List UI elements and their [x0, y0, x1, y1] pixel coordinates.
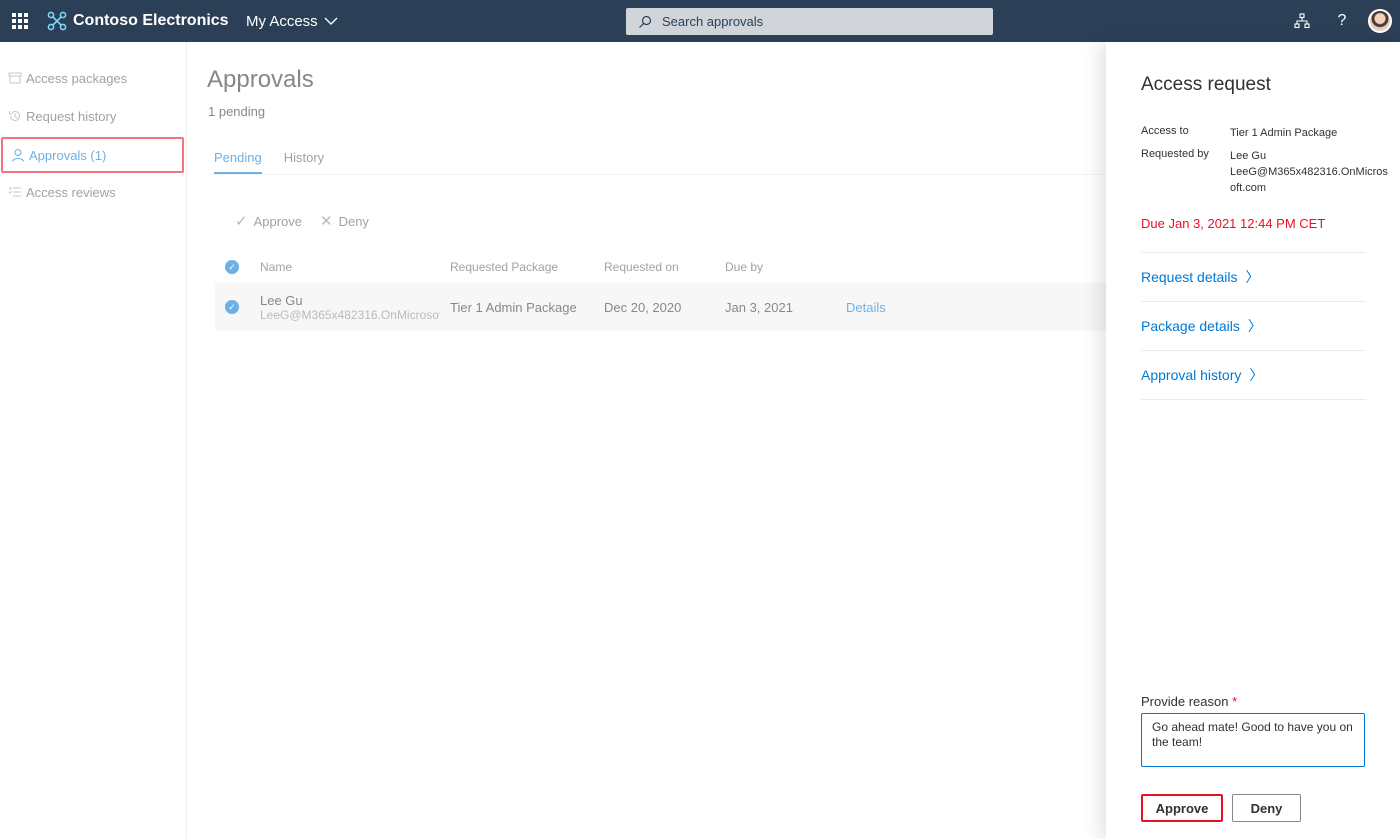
request-details-label: Request details	[1141, 269, 1238, 285]
reason-textarea[interactable]: Go ahead mate! Good to have you on the t…	[1141, 713, 1365, 767]
requested-by-value: Lee Gu LeeG@M365x482316.OnMicros oft.com	[1230, 148, 1388, 196]
top-bar: Contoso Electronics My Access ?	[0, 0, 1400, 42]
waffle-icon[interactable]	[12, 13, 28, 29]
approve-button[interactable]: Approve	[1141, 794, 1223, 822]
app-switcher[interactable]: My Access	[246, 13, 338, 30]
requested-by-email-line-1: LeeG@M365x482316.OnMicros	[1230, 166, 1388, 178]
requested-by-name: Lee Gu	[1230, 150, 1267, 162]
request-details-expander[interactable]: Request details 〉	[1141, 252, 1366, 301]
chevron-down-icon	[324, 17, 338, 25]
required-marker: *	[1232, 694, 1238, 709]
access-to-value: Tier 1 Admin Package	[1230, 127, 1338, 139]
package-details-label: Package details	[1141, 318, 1240, 334]
brand[interactable]: Contoso Electronics	[47, 11, 229, 31]
approval-history-expander[interactable]: Approval history 〉	[1141, 350, 1366, 399]
reason-label: Provide reason *	[1141, 694, 1237, 709]
access-to-label: Access to	[1141, 125, 1189, 137]
help-icon[interactable]: ?	[1322, 0, 1362, 42]
chevron-right-icon: 〉	[1247, 318, 1262, 334]
package-details-expander[interactable]: Package details 〉	[1141, 301, 1366, 350]
contoso-logo-icon	[47, 11, 67, 31]
app-name: My Access	[246, 13, 318, 30]
search-icon	[639, 15, 652, 28]
access-request-panel: Access request Access to Tier 1 Admin Pa…	[1106, 42, 1400, 839]
requested-by-label: Requested by	[1141, 148, 1209, 160]
panel-title: Access request	[1141, 74, 1271, 95]
search-input[interactable]	[662, 14, 962, 29]
reason-label-text: Provide reason	[1141, 694, 1229, 709]
due-date: Due Jan 3, 2021 12:44 PM CET	[1141, 216, 1326, 231]
chevron-right-icon: 〉	[1245, 269, 1260, 285]
top-icons: ?	[1282, 0, 1400, 42]
chevron-right-icon: 〉	[1249, 367, 1264, 383]
section-divider	[1141, 399, 1366, 400]
deny-button[interactable]: Deny	[1232, 794, 1301, 822]
avatar[interactable]	[1368, 9, 1392, 33]
org-chart-icon[interactable]	[1282, 0, 1322, 42]
search-box[interactable]	[626, 8, 993, 35]
brand-name: Contoso Electronics	[73, 12, 229, 29]
dim-overlay[interactable]	[0, 42, 1106, 839]
requested-by-email-line-2: oft.com	[1230, 182, 1267, 194]
approval-history-label: Approval history	[1141, 367, 1242, 383]
